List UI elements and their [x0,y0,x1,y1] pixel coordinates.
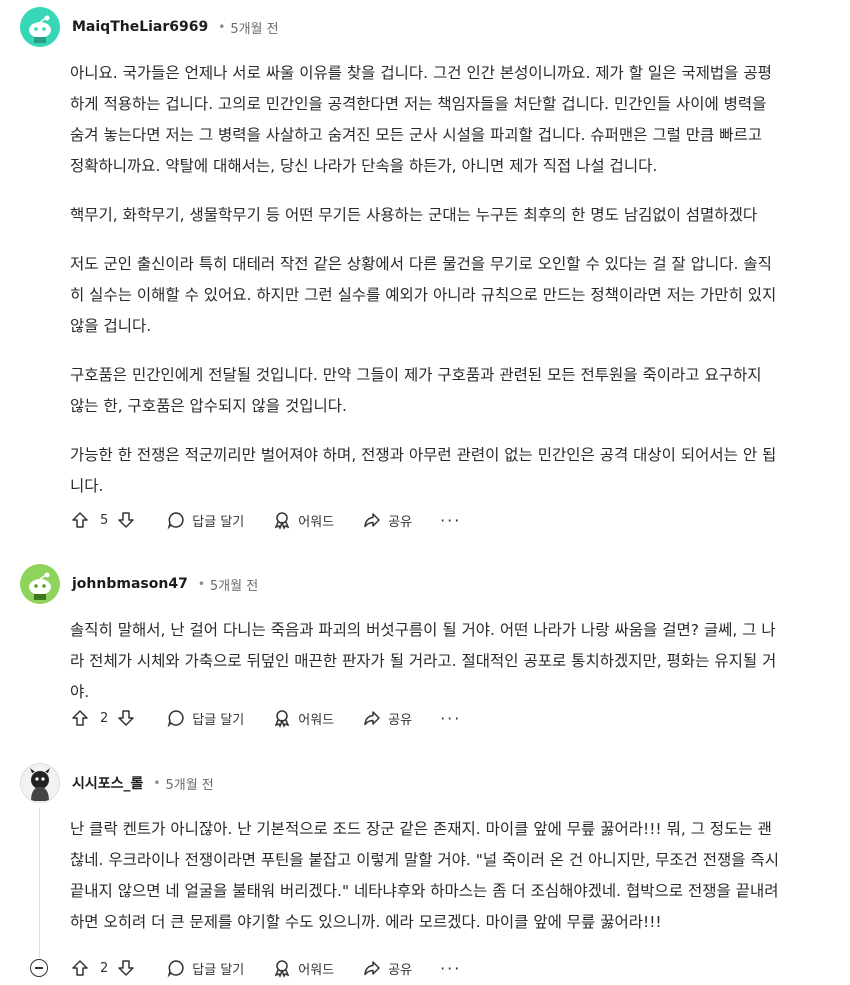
downvote-icon[interactable] [116,510,136,530]
snoo-avatar-icon [29,15,51,43]
username[interactable]: johnbmason47 [72,576,188,592]
share-icon [364,711,380,726]
vote-group: 5 [70,510,136,530]
reply-label: 답글 달기 [192,514,245,530]
upvote-icon[interactable] [70,510,90,530]
vote-score: 2 [100,710,109,726]
vote-score: 5 [100,512,109,528]
comment-paragraph: 아니요. 국가들은 언제나 서로 싸울 이유를 찾을 겁니다. 그건 인간 본성… [70,64,772,175]
comment-paragraph: 가능한 한 전쟁은 적군끼리만 벌어져야 하며, 전쟁과 아무런 관련이 없는 … [70,446,777,495]
share-button[interactable]: 공유 [362,708,412,728]
comment-bubble-icon [167,960,184,978]
snoo-avatar-icon [29,572,51,600]
comment-header: 시시포스_롤 • 5개월 전 [20,763,214,803]
separator-dot: • [153,776,161,790]
share-icon [364,513,380,528]
separator-dot: • [218,20,226,34]
separator-dot: • [197,577,205,591]
upvote-icon[interactable] [70,958,90,978]
more-options-icon[interactable]: ··· [440,709,461,728]
thread-line [39,808,40,958]
comment-bubble-icon [167,512,184,530]
timestamp: 5개월 전 [230,21,279,37]
reply-label: 답글 달기 [192,962,245,978]
timestamp: 5개월 전 [209,578,259,594]
award-icon [274,512,290,530]
vote-group: 2 [70,958,136,978]
share-label: 공유 [388,962,413,978]
award-icon [274,960,290,978]
comment-paragraph: 핵무기, 화학무기, 생물학무기 등 어떤 무기든 사용하는 군대는 누구든 최… [70,206,758,224]
comment-bubble-icon [167,710,184,728]
share-button[interactable]: 공유 [362,510,412,530]
reply-button[interactable]: 답글 달기 [166,958,244,978]
comment-paragraph: 솔직히 말해서, 난 걸어 다니는 죽음과 파괴의 버섯구름이 될 거야. 어떤… [70,621,777,701]
comment-actions: 5 답글 달기 어워드 공유 ··· [70,507,461,533]
award-label: 어워드 [298,712,335,728]
character-avatar-icon [30,768,50,801]
more-options-icon[interactable]: ··· [440,511,461,530]
award-button[interactable]: 어워드 [272,510,334,530]
comment-paragraph: 난 클락 켄트가 아니잖아. 난 기본적으로 조드 장군 같은 존재지. 마이클… [70,820,779,931]
username[interactable]: 시시포스_롤 [72,773,143,793]
username[interactable]: MaiqTheLiar6969 [72,19,208,35]
comment-body: 난 클락 켄트가 아니잖아. 난 기본적으로 조드 장군 같은 존재지. 마이클… [70,814,780,956]
award-icon [274,710,290,728]
reply-label: 답글 달기 [192,712,245,728]
share-label: 공유 [388,514,413,530]
comment-paragraph: 저도 군인 출신이라 특히 대테러 작전 같은 상황에서 다른 물건을 무기로 … [70,255,777,335]
vote-score: 2 [100,960,109,976]
share-button[interactable]: 공유 [362,958,412,978]
comment-actions: 2 답글 달기 어워드 공유 ··· [70,955,461,981]
share-icon [364,961,380,976]
comment-header: MaiqTheLiar6969 • 5개월 전 [20,7,279,47]
avatar[interactable] [20,564,60,604]
award-label: 어워드 [298,514,335,530]
upvote-icon[interactable] [70,708,90,728]
comment-paragraph: 구호품은 민간인에게 전달될 것입니다. 만약 그들이 제가 구호품과 관련된 … [70,366,762,415]
comment-actions: 2 답글 달기 어워드 공유 ··· [70,705,461,731]
share-label: 공유 [388,712,413,728]
more-options-icon[interactable]: ··· [440,959,461,978]
award-button[interactable]: 어워드 [272,708,334,728]
vote-group: 2 [70,708,136,728]
reply-button[interactable]: 답글 달기 [166,708,244,728]
timestamp: 5개월 전 [165,777,214,793]
downvote-icon[interactable] [116,708,136,728]
avatar[interactable] [20,7,60,47]
comment-body: 아니요. 국가들은 언제나 서로 싸울 이유를 찾을 겁니다. 그건 인간 본성… [70,58,780,520]
collapse-thread-icon[interactable] [30,959,48,977]
avatar[interactable] [20,763,60,803]
award-button[interactable]: 어워드 [272,958,334,978]
reply-button[interactable]: 답글 달기 [166,510,244,530]
downvote-icon[interactable] [116,958,136,978]
award-label: 어워드 [298,962,335,978]
comment-header: johnbmason47 • 5개월 전 [20,564,258,604]
